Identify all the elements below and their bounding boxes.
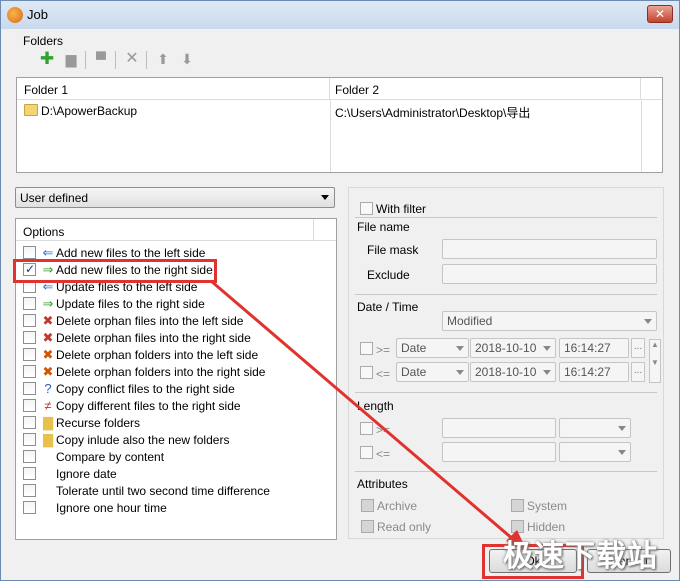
annotation-arrow-line (210, 279, 522, 548)
job-window: Job ✕ Folders ✚ ▆ ▀ ✕ ⬆ ⬇ Folder 1 Folde… (0, 0, 680, 581)
annotation-arrow (210, 279, 527, 551)
watermark: 极速下载站 (503, 539, 658, 574)
